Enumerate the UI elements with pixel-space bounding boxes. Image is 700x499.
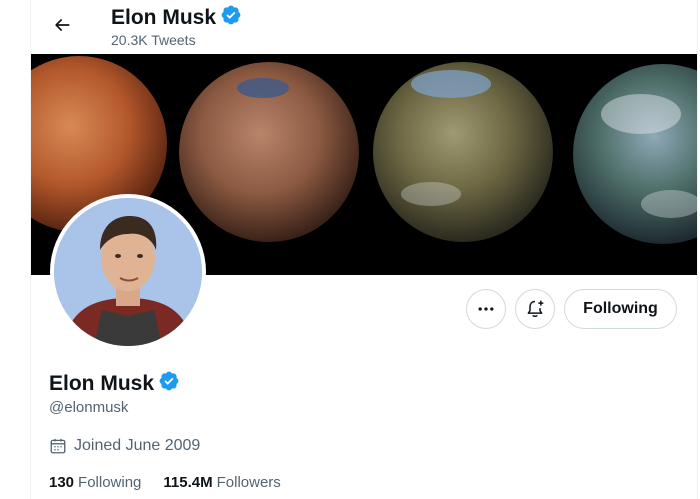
following-button[interactable]: Following bbox=[564, 289, 677, 329]
arrow-left-icon bbox=[55, 19, 70, 31]
profile-avatar[interactable] bbox=[50, 194, 206, 350]
profile-header: Elon Musk 20.3K Tweets bbox=[31, 0, 697, 54]
following-label: Following bbox=[78, 474, 142, 491]
following-stat-link[interactable]: 130 Following bbox=[49, 474, 141, 491]
followers-stat-link[interactable]: 115.4M Followers bbox=[163, 474, 280, 491]
tweet-count: 20.3K Tweets bbox=[111, 32, 196, 48]
notifications-button[interactable] bbox=[515, 289, 555, 329]
header-title: Elon Musk bbox=[111, 4, 242, 32]
following-count: 130 bbox=[49, 474, 75, 491]
avatar-image bbox=[54, 198, 202, 346]
header-name-text: Elon Musk bbox=[111, 6, 217, 29]
bell-plus-icon bbox=[527, 300, 544, 317]
more-dots-icon bbox=[478, 307, 494, 311]
back-button[interactable] bbox=[45, 8, 79, 42]
follow-stats: 130 Following 115.4M Followers bbox=[49, 474, 281, 491]
joined-date: Joined June 2009 bbox=[49, 437, 200, 455]
more-options-button[interactable] bbox=[466, 289, 506, 329]
profile-name-text: Elon Musk bbox=[49, 372, 155, 395]
followers-count: 115.4M bbox=[163, 474, 213, 491]
joined-text: Joined June 2009 bbox=[74, 437, 201, 454]
followers-label: Followers bbox=[216, 474, 281, 491]
column-right-border bbox=[697, 0, 698, 499]
verified-badge-icon bbox=[220, 4, 242, 32]
profile-name: Elon Musk bbox=[49, 370, 180, 398]
profile-handle: @elonmusk bbox=[49, 399, 129, 416]
verified-badge-icon bbox=[158, 370, 180, 398]
calendar-icon bbox=[49, 437, 67, 455]
